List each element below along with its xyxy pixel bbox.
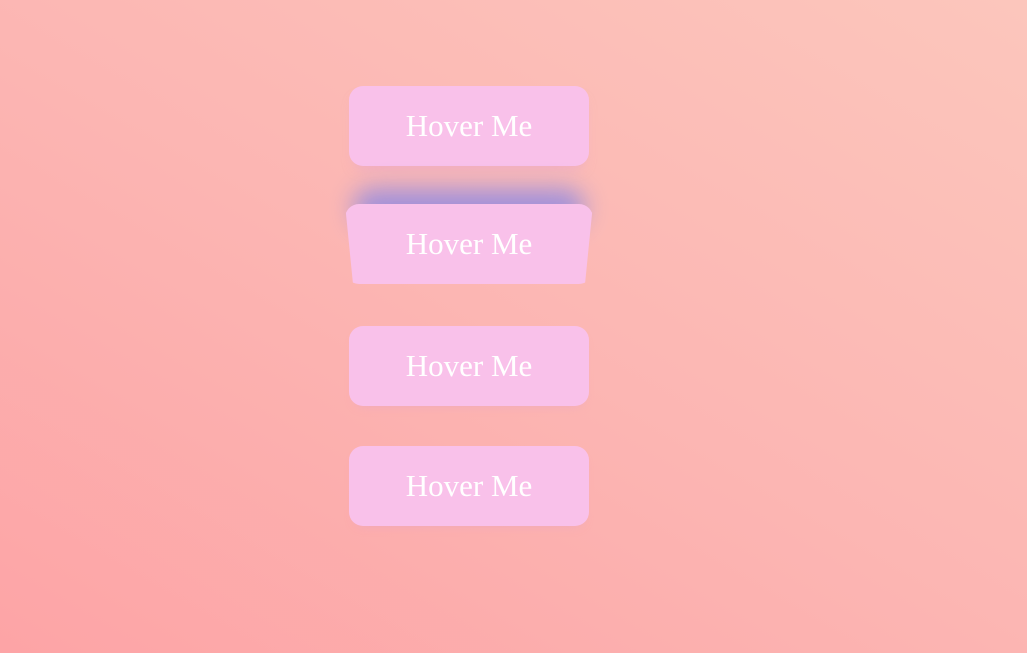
hover-button-1[interactable]: Hover Me <box>349 86 589 166</box>
hover-button-2[interactable]: Hover Me <box>349 204 589 284</box>
hover-button-2-container: Hover Me <box>345 188 593 284</box>
hover-button-3[interactable]: Hover Me <box>349 326 589 406</box>
hover-button-4[interactable]: Hover Me <box>349 446 589 526</box>
